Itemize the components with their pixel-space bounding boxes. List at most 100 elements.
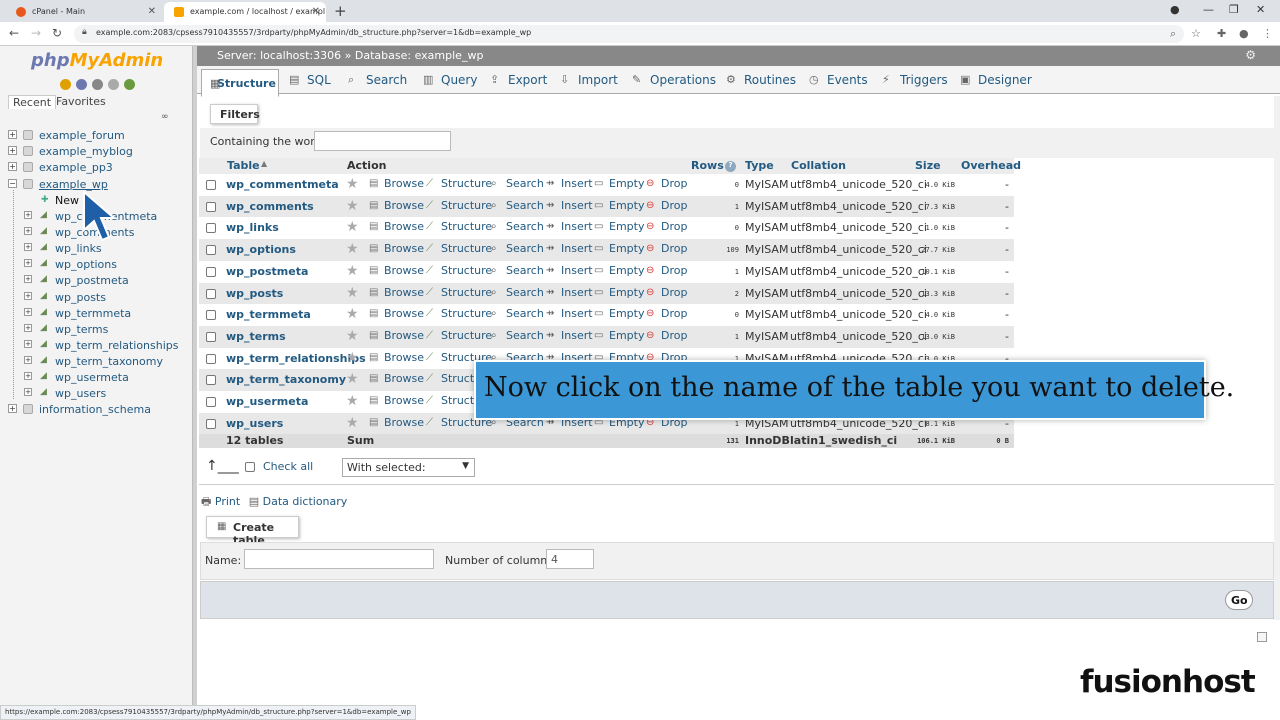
sidebar-table-wp_links[interactable]: wp_links: [55, 242, 102, 255]
sidebar-table-wp_options[interactable]: wp_options: [55, 258, 117, 271]
sidebar-new[interactable]: New: [55, 194, 79, 207]
drop-action[interactable]: ⊖ Drop: [646, 329, 687, 342]
favorite-star-icon[interactable]: ★: [346, 198, 359, 214]
insert-action[interactable]: ⇸ Insert: [546, 307, 593, 320]
header-rows[interactable]: Rows: [691, 159, 724, 175]
empty-action[interactable]: ▭ Empty: [594, 177, 644, 190]
reload-navigation-icon[interactable]: [124, 79, 135, 90]
insert-action[interactable]: ⇸ Insert: [546, 220, 593, 233]
browse-action[interactable]: ▤ Browse: [369, 242, 424, 255]
maximize-icon[interactable]: ❐: [1229, 3, 1239, 16]
structure-action[interactable]: ⟋ Structure: [426, 242, 492, 255]
tab-triggers[interactable]: ⚡ Triggers: [874, 66, 951, 94]
header-collation[interactable]: Collation: [791, 159, 846, 175]
table-row[interactable]: wp_commentmeta ★ ▤ Browse ⟋ Structure ⌕ Searc…: [199, 174, 1014, 196]
structure-action[interactable]: ⟋ Structure: [426, 177, 492, 190]
pane-resize-handle[interactable]: [193, 46, 197, 706]
close-tab-icon[interactable]: ✕: [312, 6, 320, 17]
header-overhead[interactable]: Overhead: [961, 159, 1021, 175]
row-checkbox[interactable]: [206, 223, 216, 234]
sidebar-table-wp_postmeta[interactable]: wp_postmeta: [55, 274, 129, 287]
browse-action[interactable]: ▤ Browse: [369, 264, 424, 277]
expand-toggle-icon[interactable]: +: [24, 259, 32, 268]
row-checkbox[interactable]: [206, 418, 216, 429]
browse-action[interactable]: ▤ Browse: [369, 307, 424, 320]
data-dictionary-link[interactable]: Data dictionary: [263, 495, 348, 508]
table-name-link[interactable]: wp_posts: [226, 287, 283, 300]
check-all-label[interactable]: Check all: [263, 460, 313, 473]
structure-action[interactable]: ⟋ Structure: [426, 264, 492, 277]
browser-menu-icon[interactable]: ⋮: [1262, 27, 1273, 40]
sidebar-table-wp_posts[interactable]: wp_posts: [55, 291, 106, 304]
sidebar-db-example_myblog[interactable]: example_myblog: [39, 145, 133, 158]
drop-action[interactable]: ⊖ Drop: [646, 242, 687, 255]
structure-action[interactable]: ⟋ Structure: [426, 286, 492, 299]
drop-action[interactable]: ⊖ Drop: [646, 264, 687, 277]
browse-action[interactable]: ▤ Browse: [369, 199, 424, 212]
tab-import[interactable]: ⇩ Import: [552, 66, 623, 94]
favorite-star-icon[interactable]: ★: [346, 393, 359, 409]
sidebar-db-information_schema[interactable]: information_schema: [39, 403, 151, 416]
tab-export[interactable]: ⇪ Export: [482, 66, 551, 94]
table-name-link[interactable]: wp_term_relationships: [226, 352, 366, 365]
profile-dot-icon[interactable]: ●: [1170, 3, 1180, 16]
empty-action[interactable]: ▭ Empty: [594, 329, 644, 342]
logout-icon[interactable]: [76, 79, 87, 90]
table-name-link[interactable]: wp_comments: [226, 200, 314, 213]
tab-structure[interactable]: ▦ Structure: [201, 69, 279, 97]
browse-action[interactable]: ▤ Browse: [369, 394, 424, 407]
row-checkbox[interactable]: [206, 245, 216, 256]
favorite-star-icon[interactable]: ★: [346, 241, 359, 257]
expand-toggle-icon[interactable]: +: [8, 162, 17, 172]
insert-action[interactable]: ⇸ Insert: [546, 242, 593, 255]
favorite-star-icon[interactable]: ★: [346, 306, 359, 322]
table-name-input[interactable]: [244, 549, 434, 569]
tab-operations[interactable]: ✎ Operations: [624, 66, 717, 94]
row-checkbox[interactable]: [206, 288, 216, 299]
console-toggle-icon[interactable]: [1257, 632, 1267, 642]
go-button[interactable]: Go: [1225, 590, 1253, 610]
row-checkbox[interactable]: [206, 310, 216, 321]
expand-toggle-icon[interactable]: +: [24, 372, 32, 380]
sidebar-table-wp_term_taxonomy[interactable]: wp_term_taxonomy: [55, 355, 163, 368]
back-arrow-icon[interactable]: ←: [9, 26, 19, 40]
forward-arrow-icon[interactable]: →: [31, 26, 41, 40]
drop-action[interactable]: ⊖ Drop: [646, 286, 687, 299]
close-window-icon[interactable]: ✕: [1256, 3, 1265, 16]
search-action[interactable]: ⌕ Search: [491, 199, 544, 212]
tab-query[interactable]: ▥ Query: [415, 66, 481, 94]
home-icon[interactable]: [60, 79, 71, 90]
collapse-all-link-icon[interactable]: ∞: [161, 112, 169, 122]
row-checkbox[interactable]: [206, 353, 216, 364]
expand-toggle-icon[interactable]: +: [24, 227, 32, 236]
structure-action[interactable]: ⟋ Structure: [426, 220, 492, 233]
sidebar-db-example_forum[interactable]: example_forum: [39, 129, 125, 142]
expand-toggle-icon[interactable]: +: [24, 388, 32, 397]
browse-action[interactable]: ▤ Browse: [369, 177, 424, 190]
browse-action[interactable]: ▤ Browse: [369, 220, 424, 233]
expand-toggle-icon[interactable]: +: [24, 243, 32, 252]
search-action[interactable]: ⌕ Search: [491, 264, 544, 277]
browser-tab-phpmyadmin[interactable]: example.com / localhost / exampl ✕: [164, 2, 326, 22]
table-name-link[interactable]: wp_terms: [226, 330, 286, 343]
expand-toggle-icon[interactable]: +: [24, 323, 32, 332]
header-type[interactable]: Type: [745, 159, 774, 175]
server-breadcrumb[interactable]: Server: localhost:3306: [217, 49, 341, 62]
browser-tab-cpanel[interactable]: cPanel - Main ✕: [6, 2, 162, 22]
drop-action[interactable]: ⊖ Drop: [646, 199, 687, 212]
search-action[interactable]: ⌕ Search: [491, 242, 544, 255]
check-all-checkbox[interactable]: [245, 462, 255, 472]
drop-action[interactable]: ⊖ Drop: [646, 220, 687, 233]
scrollbar[interactable]: [1274, 96, 1280, 620]
drop-action[interactable]: ⊖ Drop: [646, 177, 687, 190]
insert-action[interactable]: ⇸ Insert: [546, 329, 593, 342]
reload-icon[interactable]: ↻: [52, 26, 62, 40]
table-name-link[interactable]: wp_term_taxonomy: [226, 373, 346, 386]
search-action[interactable]: ⌕ Search: [491, 307, 544, 320]
settings-gear-icon[interactable]: ⚙: [1245, 48, 1256, 62]
zoom-icon[interactable]: ⌕: [1170, 27, 1176, 41]
sidebar-db-example_pp3[interactable]: example_pp3: [39, 161, 113, 174]
search-action[interactable]: ⌕ Search: [491, 220, 544, 233]
tab-sql[interactable]: ▤ SQL: [281, 66, 339, 94]
empty-action[interactable]: ▭ Empty: [594, 264, 644, 277]
